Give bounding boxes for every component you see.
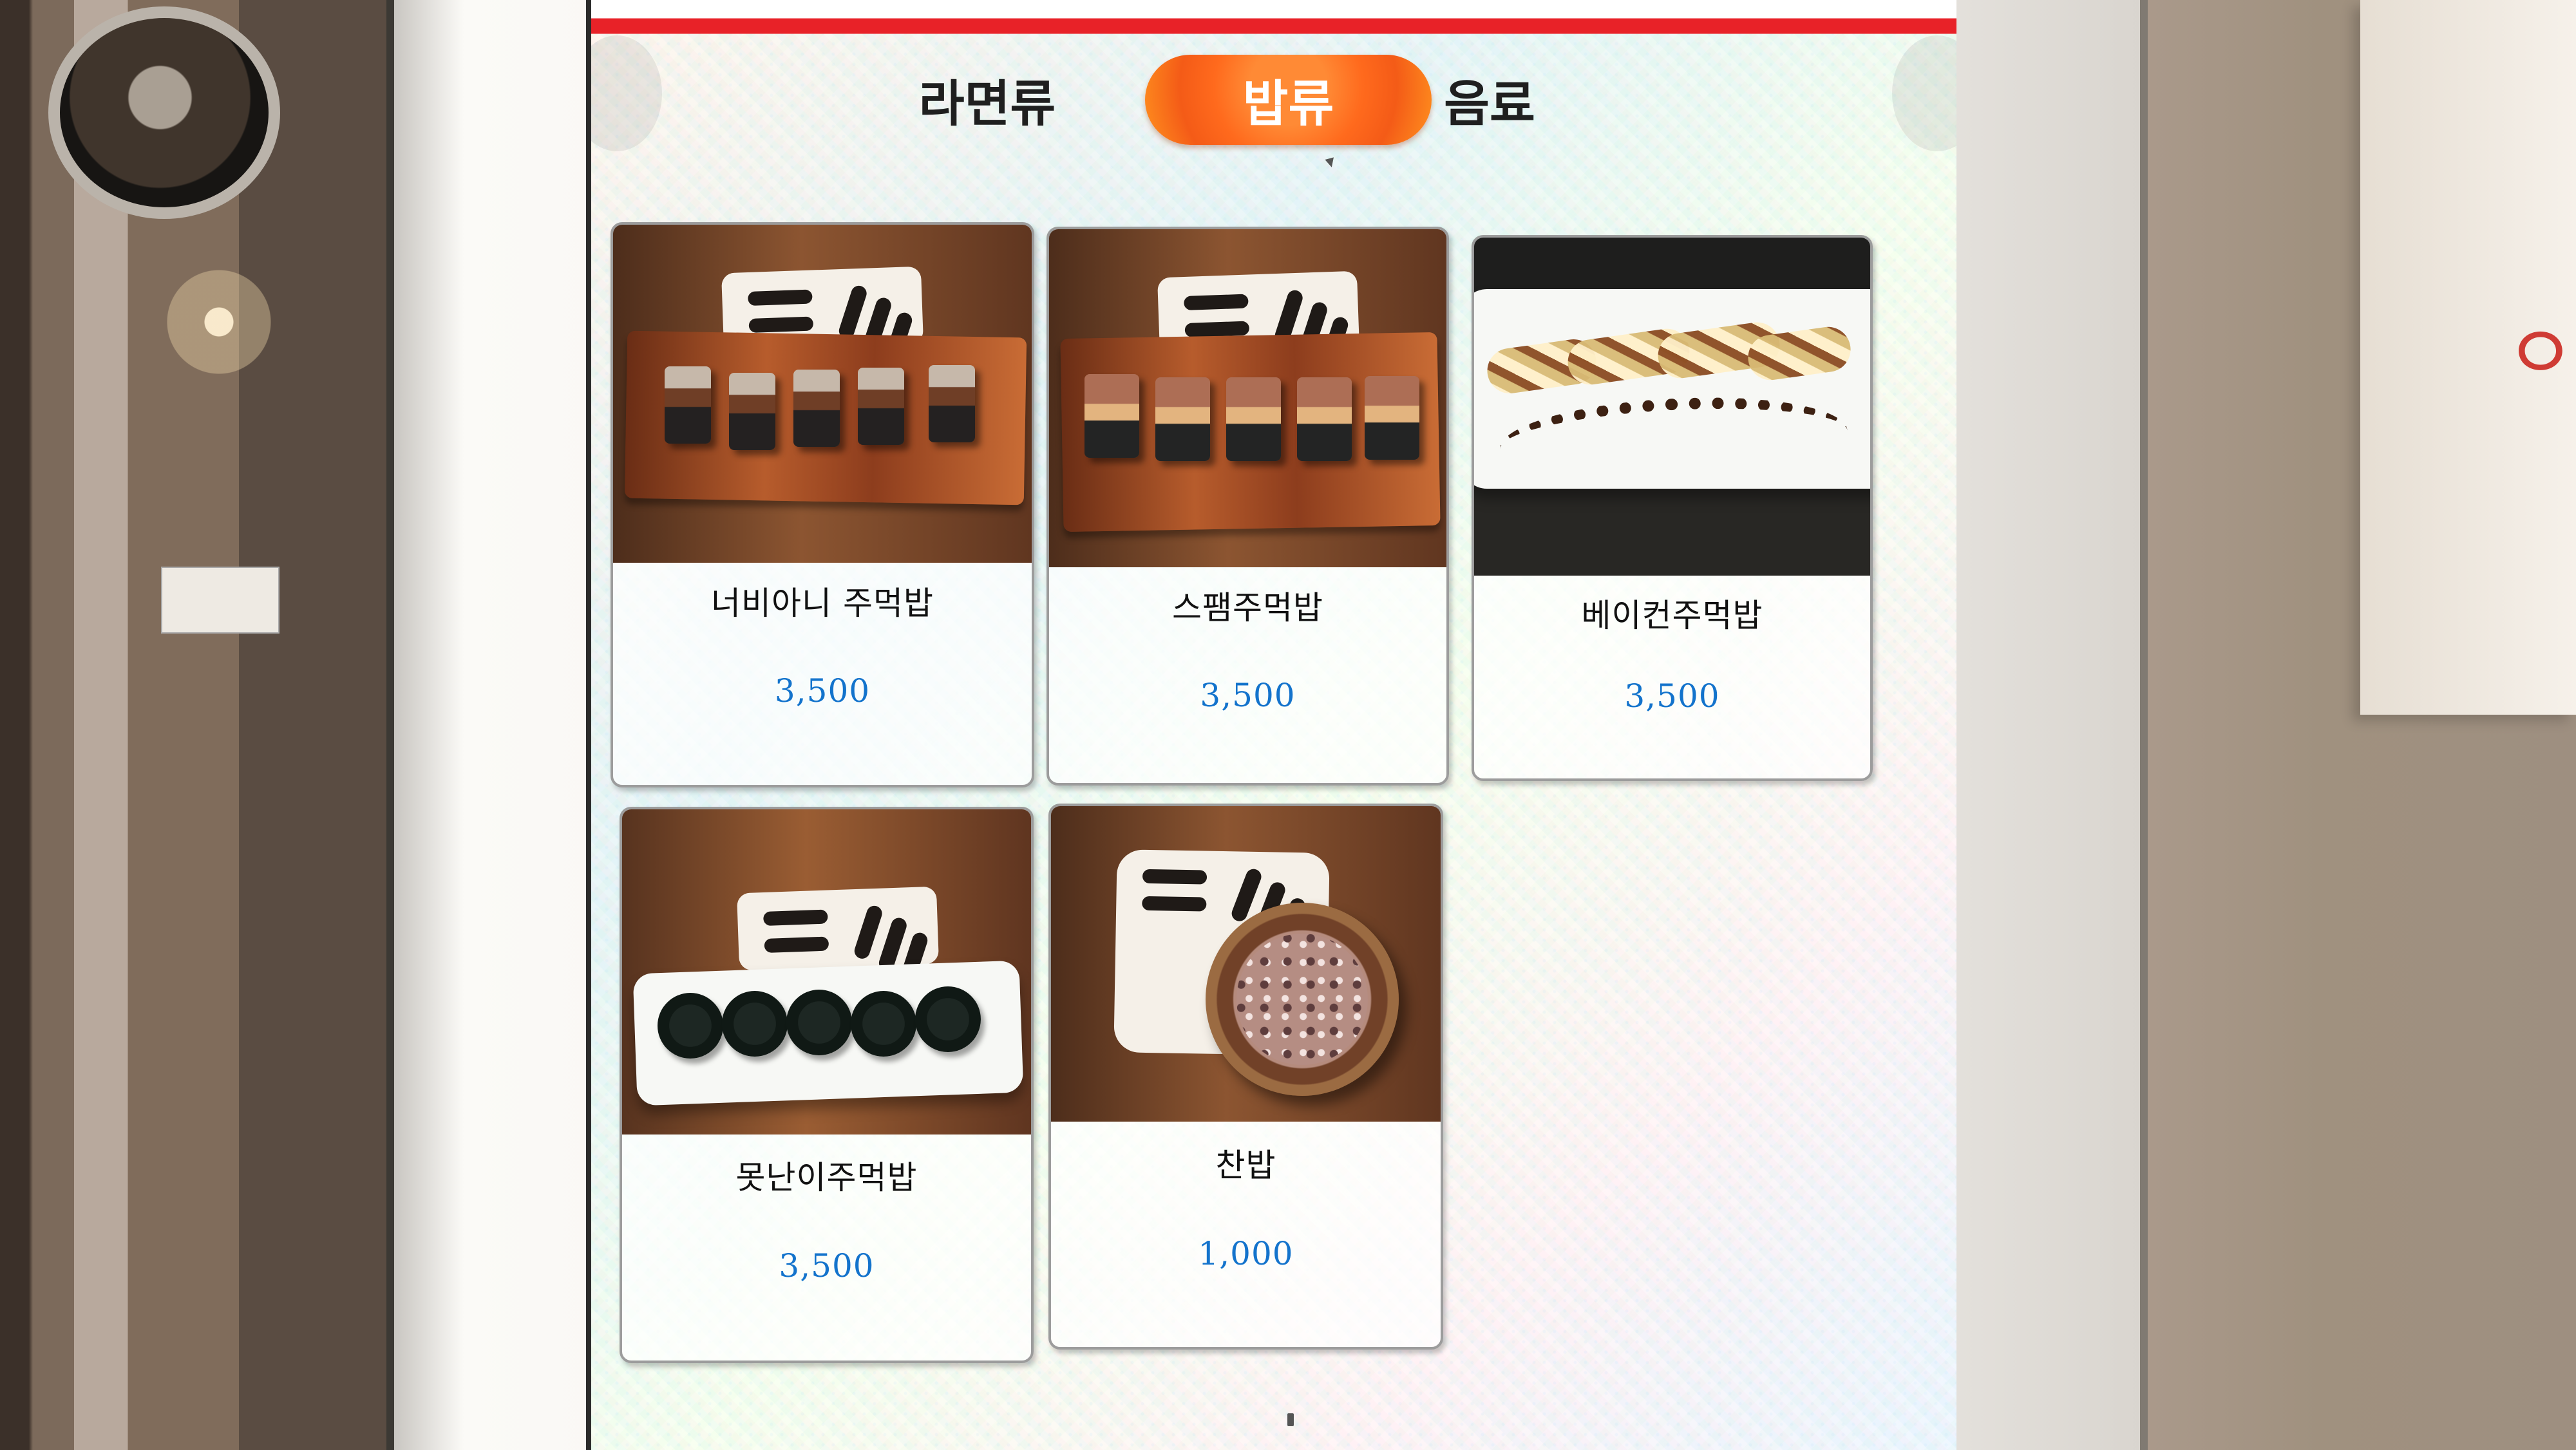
convex-mirror — [48, 6, 280, 219]
tab-rice[interactable]: 밥류 — [1145, 55, 1432, 145]
rice-bowl — [1206, 903, 1399, 1096]
previous-tab-arrow-icon[interactable] — [591, 35, 662, 151]
red-sign-mark: ㅇ — [2505, 309, 2576, 399]
spam-rice-ball-piece — [1084, 374, 1139, 458]
rice-ball-piece — [729, 373, 775, 450]
seaweed-rice-ball — [851, 991, 916, 1057]
rice-ball-piece — [929, 365, 975, 442]
seaweed-rice-ball-photo — [622, 809, 1031, 1135]
spam-rice-ball-piece — [1365, 376, 1419, 460]
mouse-pointer-icon — [1325, 157, 1336, 169]
seaweed-rice-ball — [915, 986, 981, 1052]
menu-item-name: 너비아니 주먹밥 — [711, 585, 934, 622]
menu-item-ugly-rice-ball[interactable]: 못난이주먹밥 3,500 — [620, 807, 1034, 1363]
next-tab-arrow-icon[interactable] — [1892, 35, 1956, 151]
menu-item-name: 베이컨주먹밥 — [1581, 597, 1763, 634]
bacon-rice-ball-photo — [1474, 238, 1870, 576]
menu-item-name: 못난이주먹밥 — [735, 1159, 918, 1196]
spam-rice-ball-piece — [1226, 377, 1281, 461]
cold-rice-bowl-photo — [1051, 806, 1441, 1122]
menu-item-name: 스팸주먹밥 — [1172, 589, 1323, 626]
tab-drinks-label: 음료 — [1444, 75, 1535, 133]
rice-ball-piece — [793, 370, 840, 447]
tab-ramyeon-label: 라면류 — [918, 75, 1056, 133]
seaweed-rice-ball — [722, 991, 788, 1057]
restaurant-background — [0, 0, 412, 1450]
tab-ramyeon[interactable]: 라면류 — [894, 55, 1081, 145]
menu-item-ribeye-rice-ball[interactable]: 너비아니 주먹밥 3,500 — [611, 222, 1034, 787]
top-red-accent — [591, 0, 1956, 39]
menu-item-price: 3,500 — [779, 1247, 875, 1285]
menu-item-cold-rice[interactable]: 찬밥 1,000 — [1048, 804, 1443, 1350]
rice-ball-piece — [665, 366, 711, 444]
spam-rice-ball-photo — [1049, 229, 1446, 567]
spam-rice-ball-piece — [1155, 377, 1210, 461]
seaweed-rice-ball — [658, 993, 723, 1059]
menu-item-price: 3,500 — [774, 672, 871, 710]
menu-item-price: 3,500 — [1200, 677, 1296, 714]
page-indicator — [1287, 1413, 1294, 1426]
kiosk-screen: 라면류 밥류 음료 너비아니 주먹밥 3,500 스팸주먹밥 3,500 베이컨… — [586, 0, 1956, 1450]
tab-drinks[interactable]: 음료 — [1393, 55, 1586, 145]
side-wall-sign: ㅇ — [2360, 0, 2576, 715]
ribeye-rice-ball-photo — [613, 225, 1032, 563]
spam-rice-ball-piece — [1297, 377, 1352, 461]
menu-item-price: 3,500 — [1624, 677, 1720, 715]
restaurant-logo-sign — [737, 886, 939, 971]
tab-rice-label: 밥류 — [1242, 75, 1334, 133]
menu-item-bacon-rice-ball[interactable]: 베이컨주먹밥 3,500 — [1472, 235, 1873, 781]
kiosk-photo-scene: ㅇ 라면류 밥류 음료 너비아니 주먹밥 3,500 스팸주먹밥 3,500 베… — [0, 0, 2576, 1450]
seaweed-rice-ball — [786, 990, 852, 1055]
wall-poster — [161, 567, 279, 634]
menu-item-price: 1,000 — [1198, 1235, 1294, 1272]
rice-ball-piece — [858, 368, 904, 445]
menu-item-spam-rice-ball[interactable]: 스팸주먹밥 3,500 — [1046, 227, 1449, 786]
menu-item-name: 찬밥 — [1215, 1147, 1276, 1184]
